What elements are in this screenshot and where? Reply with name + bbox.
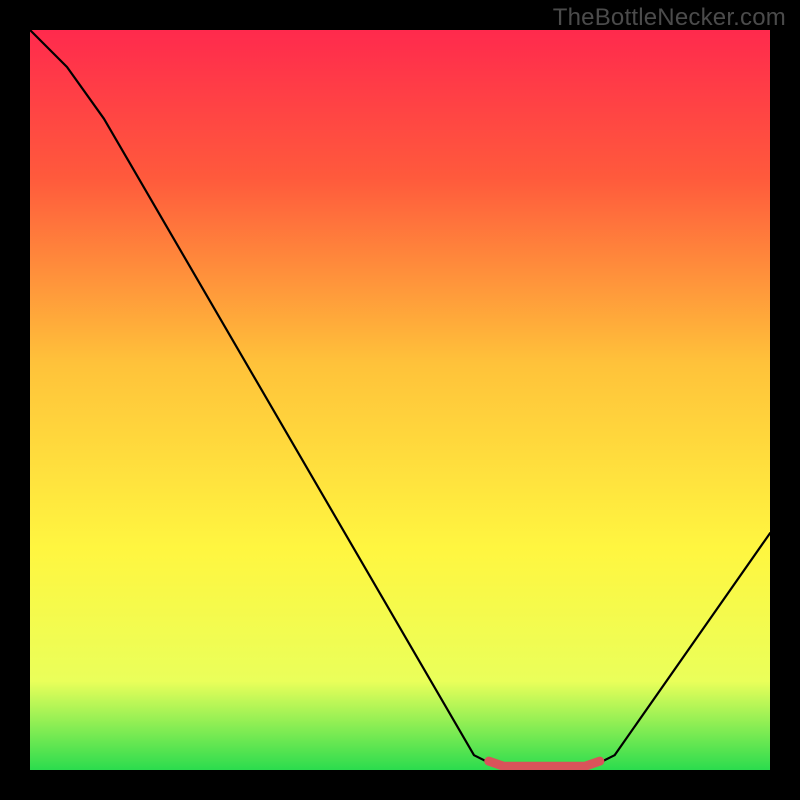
chart-area (30, 30, 770, 770)
optimal-band (489, 761, 600, 766)
gradient-background (30, 30, 770, 770)
bottleneck-chart (30, 30, 770, 770)
watermark-text: TheBottleNecker.com (553, 4, 786, 32)
